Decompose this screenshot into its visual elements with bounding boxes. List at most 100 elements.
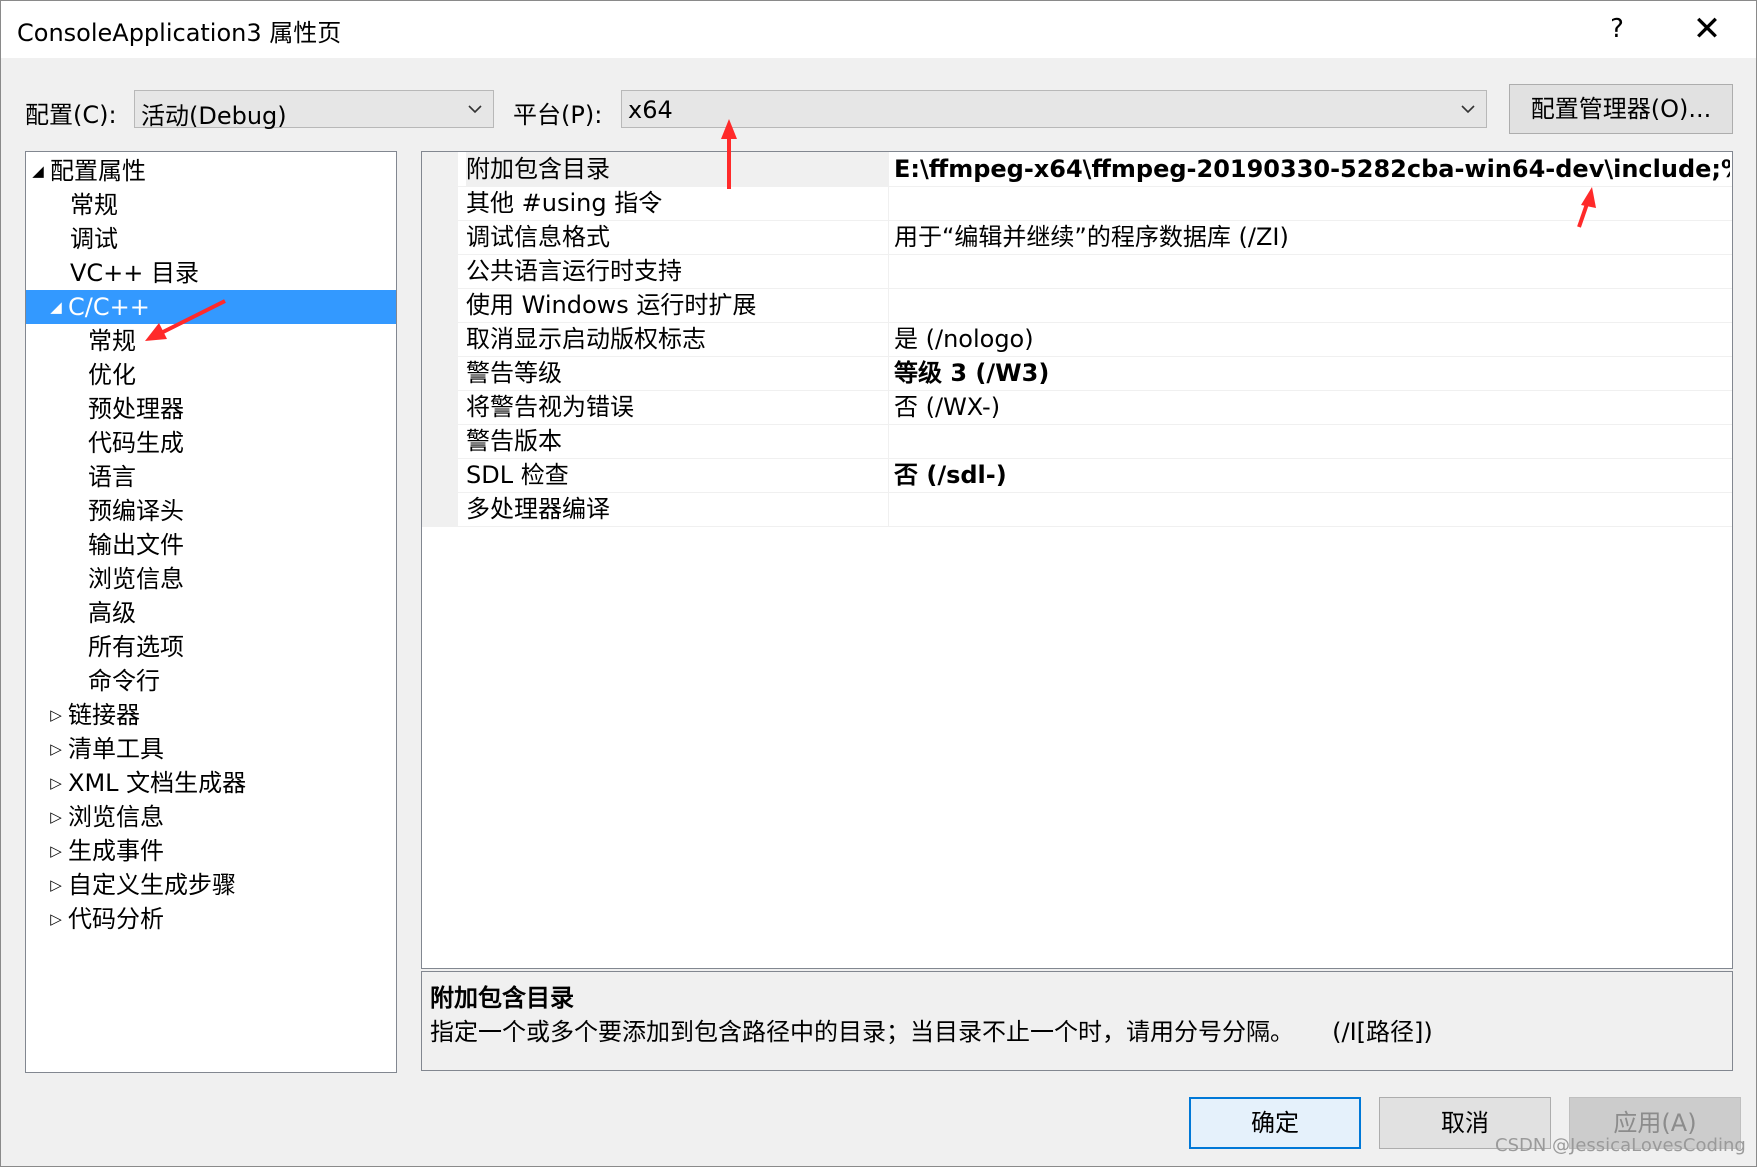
property-name: 调试信息格式 (466, 220, 889, 254)
row-gutter (422, 152, 458, 186)
tree-item-build-events[interactable]: ▷ 生成事件 (26, 834, 396, 868)
tree-item-label: 高级 (88, 599, 136, 627)
tree-item-label: 浏览信息 (88, 565, 184, 593)
property-row[interactable]: 其他 #using 指令 (422, 186, 1732, 221)
property-row[interactable]: 警告等级 等级 3 (/W3) (422, 356, 1732, 391)
property-row[interactable]: SDL 检查 否 (/sdl-) (422, 458, 1732, 493)
property-name: 公共语言运行时支持 (466, 254, 889, 288)
tree-item-label: 清单工具 (68, 735, 164, 763)
tree-item-label: 浏览信息 (68, 803, 164, 831)
property-value[interactable] (894, 424, 1730, 458)
property-value[interactable]: 用于“编辑并继续”的程序数据库 (/ZI) (894, 220, 1730, 254)
ok-button[interactable]: 确定 (1189, 1097, 1361, 1149)
property-row[interactable]: 使用 Windows 运行时扩展 (422, 288, 1732, 323)
property-value[interactable]: E:\ffmpeg-x64\ffmpeg-20190330-5282cba-wi… (894, 152, 1730, 186)
tree-item-general[interactable]: 常规 (26, 188, 396, 222)
tree-item-browse-info-2[interactable]: ▷ 浏览信息 (26, 800, 396, 834)
expanded-triangle-icon[interactable]: ◢ (48, 290, 64, 324)
collapsed-triangle-icon[interactable]: ▷ (48, 834, 64, 868)
property-value[interactable] (894, 254, 1730, 288)
property-tree: ◢ 配置属性 常规 调试 VC++ 目录 ◢ C/C++ 常规 优化 预处理器 … (25, 151, 397, 1073)
tree-item-preprocessor[interactable]: 预处理器 (26, 392, 396, 426)
property-row[interactable]: 多处理器编译 (422, 492, 1732, 527)
property-value[interactable]: 是 (/nologo) (894, 322, 1730, 356)
collapsed-triangle-icon[interactable]: ▷ (48, 902, 64, 936)
property-value[interactable]: 否 (/WX-) (894, 390, 1730, 424)
row-gutter (422, 288, 458, 322)
tree-item-linker[interactable]: ▷ 链接器 (26, 698, 396, 732)
collapsed-triangle-icon[interactable]: ▷ (48, 766, 64, 800)
property-name: 使用 Windows 运行时扩展 (466, 288, 889, 322)
config-label: 配置(C): (25, 101, 117, 129)
tree-item-label: 调试 (70, 225, 118, 253)
collapsed-triangle-icon[interactable]: ▷ (48, 868, 64, 902)
collapsed-triangle-icon[interactable]: ▷ (48, 732, 64, 766)
platform-combo[interactable]: x64 (621, 90, 1487, 128)
config-manager-button[interactable]: 配置管理器(O)... (1509, 84, 1733, 134)
row-gutter (422, 356, 458, 390)
tree-item-code-generation[interactable]: 代码生成 (26, 426, 396, 460)
description-panel: 附加包含目录 指定一个或多个要添加到包含路径中的目录；当目录不止一个时，请用分号… (421, 971, 1733, 1071)
property-grid: 附加包含目录 E:\ffmpeg-x64\ffmpeg-20190330-528… (421, 151, 1733, 969)
collapsed-triangle-icon[interactable]: ▷ (48, 698, 64, 732)
tree-item-vc-directories[interactable]: VC++ 目录 (26, 256, 396, 290)
property-row[interactable]: 警告版本 (422, 424, 1732, 459)
property-row[interactable]: 调试信息格式 用于“编辑并继续”的程序数据库 (/ZI) (422, 220, 1732, 255)
tree-item-debugging[interactable]: 调试 (26, 222, 396, 256)
tree-item-manifest-tool[interactable]: ▷ 清单工具 (26, 732, 396, 766)
tree-item-label: XML 文档生成器 (68, 769, 247, 797)
property-name: 警告版本 (466, 424, 889, 458)
property-name: 多处理器编译 (466, 492, 889, 526)
property-name: 将警告视为错误 (466, 390, 889, 424)
tree-item-all-options[interactable]: 所有选项 (26, 630, 396, 664)
tree-item-output-files[interactable]: 输出文件 (26, 528, 396, 562)
property-value[interactable] (894, 288, 1730, 322)
row-gutter (422, 220, 458, 254)
tree-item-label: 输出文件 (88, 531, 184, 559)
property-row[interactable]: 取消显示启动版权标志 是 (/nologo) (422, 322, 1732, 357)
row-gutter (422, 254, 458, 288)
tree-item-label: VC++ 目录 (70, 259, 200, 287)
property-value[interactable] (894, 492, 1730, 526)
property-pages-window: ConsoleApplication3 属性页 ? ✕ 配置(C): 活动(De… (0, 0, 1757, 1167)
tree-item-command-line[interactable]: 命令行 (26, 664, 396, 698)
tree-item-cpp-general[interactable]: 常规 (26, 324, 396, 358)
property-row[interactable]: 公共语言运行时支持 (422, 254, 1732, 289)
tree-item-label: 代码生成 (88, 429, 184, 457)
tree-item-advanced[interactable]: 高级 (26, 596, 396, 630)
collapsed-triangle-icon[interactable]: ▷ (48, 800, 64, 834)
tree-item-label: 常规 (70, 191, 118, 219)
property-row[interactable]: 将警告视为错误 否 (/WX-) (422, 390, 1732, 425)
property-name: 附加包含目录 (466, 152, 889, 186)
tree-item-label: 配置属性 (50, 157, 146, 185)
description-title: 附加包含目录 (430, 984, 574, 1012)
row-gutter (422, 424, 458, 458)
tree-item-browse-info[interactable]: 浏览信息 (26, 562, 396, 596)
row-gutter (422, 322, 458, 356)
tree-item-code-analysis[interactable]: ▷ 代码分析 (26, 902, 396, 936)
close-button[interactable]: ✕ (1681, 9, 1733, 49)
window-title: ConsoleApplication3 属性页 (17, 19, 342, 47)
property-name: 警告等级 (466, 356, 889, 390)
tree-item-label: 代码分析 (68, 905, 164, 933)
property-value[interactable] (894, 186, 1730, 220)
tree-item-optimization[interactable]: 优化 (26, 358, 396, 392)
property-row[interactable]: 附加包含目录 E:\ffmpeg-x64\ffmpeg-20190330-528… (422, 152, 1732, 187)
tree-item-language[interactable]: 语言 (26, 460, 396, 494)
help-button[interactable]: ? (1597, 11, 1637, 47)
config-combo[interactable]: 活动(Debug) (134, 90, 494, 130)
property-value[interactable]: 否 (/sdl-) (894, 458, 1730, 492)
tree-item-custom-build-step[interactable]: ▷ 自定义生成步骤 (26, 868, 396, 902)
property-name: 其他 #using 指令 (466, 186, 889, 220)
tree-item-cpp[interactable]: ◢ C/C++ (26, 290, 396, 324)
platform-label: 平台(P): (513, 101, 603, 129)
tree-item-label: 所有选项 (88, 633, 184, 661)
tree-item-config-properties[interactable]: ◢ 配置属性 (26, 154, 396, 188)
tree-item-precompiled-headers[interactable]: 预编译头 (26, 494, 396, 528)
property-value[interactable]: 等级 3 (/W3) (894, 356, 1730, 390)
tree-item-xml-doc-generator[interactable]: ▷ XML 文档生成器 (26, 766, 396, 800)
expanded-triangle-icon[interactable]: ◢ (30, 154, 46, 188)
row-gutter (422, 492, 458, 526)
property-name: SDL 检查 (466, 458, 889, 492)
tree-item-label: 预编译头 (88, 497, 184, 525)
